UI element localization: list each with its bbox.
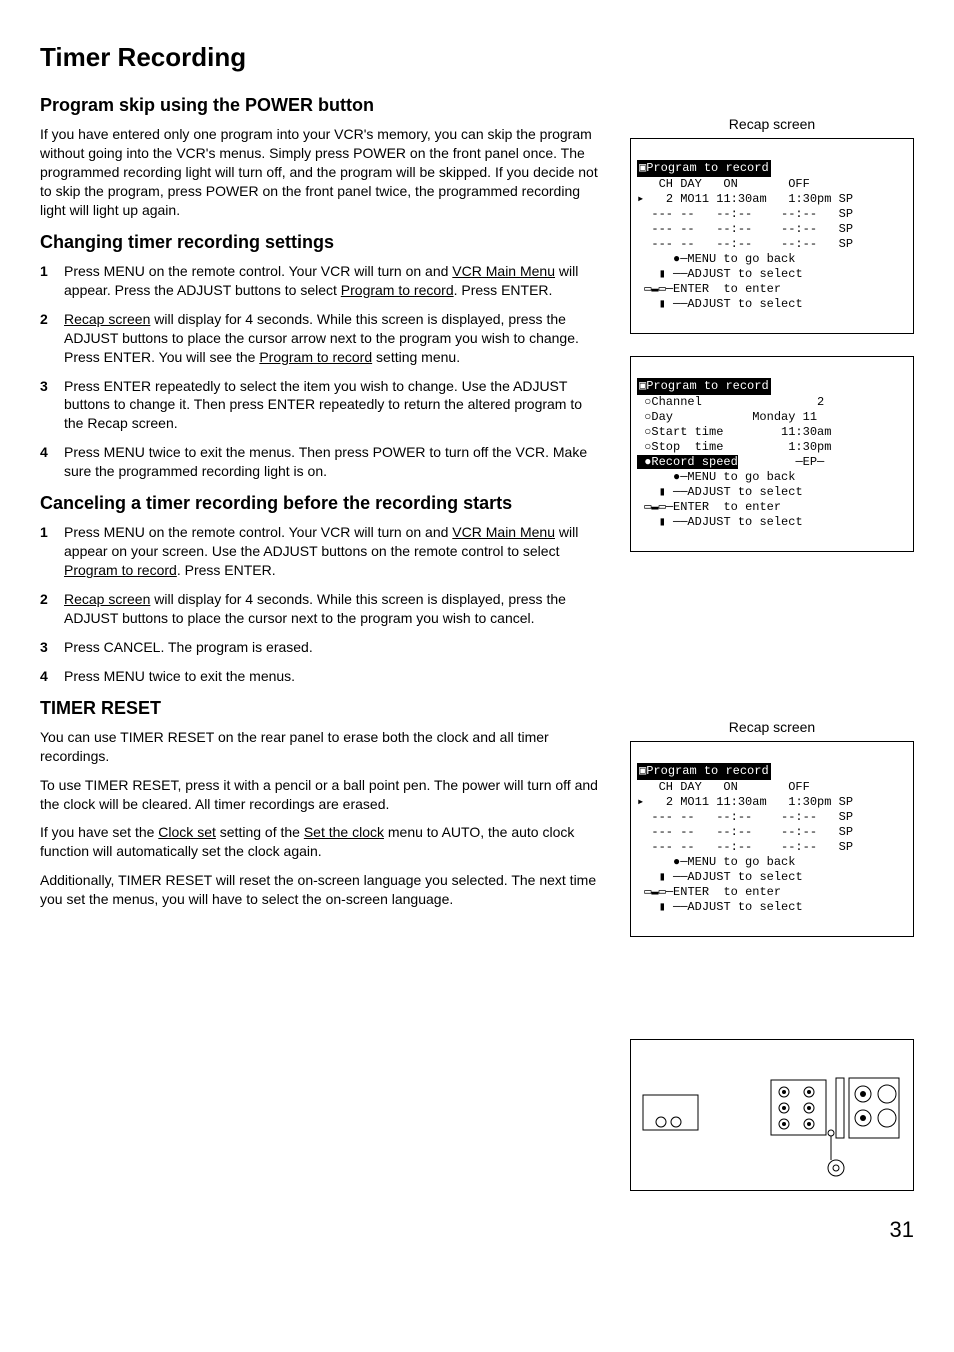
recap-screen-1: ▣Program to record CH DAY ON OFF ▸ 2 MO1…	[630, 138, 914, 334]
heading-program-skip: Program skip using the POWER button	[40, 93, 600, 117]
heading-changing-settings: Changing timer recording settings	[40, 230, 600, 254]
heading-canceling: Canceling a timer recording before the r…	[40, 491, 600, 515]
change-step-1: 1 Press MENU on the remote control. Your…	[40, 262, 600, 300]
recap-label-2: Recap screen	[630, 718, 914, 737]
timer-reset-p1: You can use TIMER RESET on the rear pane…	[40, 728, 600, 766]
cancel-step-3: 3 Press CANCEL. The program is erased.	[40, 638, 600, 657]
timer-reset-p2: To use TIMER RESET, press it with a penc…	[40, 776, 600, 814]
rear-panel-svg	[641, 1060, 901, 1180]
recap-label-1: Recap screen	[630, 115, 914, 134]
rear-panel-illustration	[630, 1039, 914, 1191]
main-content: Program skip using the POWER button If y…	[40, 93, 600, 1191]
change-step-3: 3 Press ENTER repeatedly to select the i…	[40, 377, 600, 434]
program-skip-body: If you have entered only one program int…	[40, 125, 600, 219]
timer-reset-p4: Additionally, TIMER RESET will reset the…	[40, 871, 600, 909]
program-detail-screen: ▣Program to record ○Channel 2 ○Day Monda…	[630, 356, 914, 552]
change-step-2: 2 Recap screen will display for 4 second…	[40, 310, 600, 367]
page-number: 31	[40, 1215, 914, 1245]
page-title: Timer Recording	[40, 40, 914, 75]
cancel-step-4: 4 Press MENU twice to exit the menus.	[40, 667, 600, 686]
recap-screen-2: ▣Program to record CH DAY ON OFF ▸ 2 MO1…	[630, 741, 914, 937]
cancel-step-2: 2 Recap screen will display for 4 second…	[40, 590, 600, 628]
timer-reset-p3: If you have set the Clock set setting of…	[40, 823, 600, 861]
heading-timer-reset: TIMER RESET	[40, 696, 600, 720]
cancel-step-1: 1 Press MENU on the remote control. Your…	[40, 523, 600, 580]
illustrations-column: Recap screen ▣Program to record CH DAY O…	[630, 93, 914, 1191]
change-step-4: 4 Press MENU twice to exit the menus. Th…	[40, 443, 600, 481]
